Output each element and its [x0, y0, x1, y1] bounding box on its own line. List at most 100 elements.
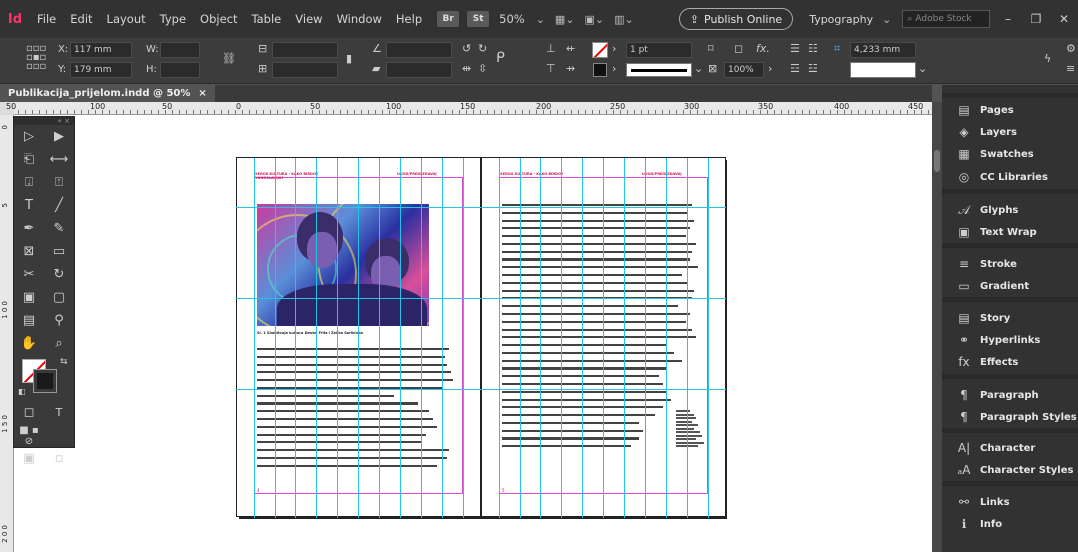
menu-object[interactable]: Object: [193, 12, 244, 26]
screen-mode-normal-icon[interactable]: ▣: [14, 451, 44, 466]
select-content-icon[interactable]: ⊤: [546, 62, 556, 75]
h-field[interactable]: [160, 62, 200, 78]
menu-file[interactable]: File: [30, 12, 63, 26]
zoom-level[interactable]: 50%: [493, 12, 531, 26]
rotation-field[interactable]: [386, 42, 452, 58]
column-guide[interactable]: [708, 158, 709, 518]
panel-character-styles[interactable]: ₐA Character Styles: [942, 459, 1078, 481]
minimize-icon[interactable]: –: [994, 12, 1022, 26]
row-guide[interactable]: [236, 298, 726, 299]
formatting-text-icon[interactable]: T: [44, 406, 74, 419]
frame-fitting-icon[interactable]: ⌑: [708, 42, 714, 55]
rectangle-frame-tool-icon[interactable]: ⊠: [14, 244, 44, 259]
menu-view[interactable]: View: [288, 12, 329, 26]
quick-apply-icon[interactable]: ϟ: [1044, 52, 1051, 65]
chevron-right-icon[interactable]: ›: [612, 42, 616, 55]
panel-layers[interactable]: ◈ Layers: [942, 121, 1078, 143]
gap-tool-icon[interactable]: ⟷: [44, 152, 74, 167]
panel-group-separator[interactable]: [942, 93, 1078, 98]
stroke-color-swatch[interactable]: [592, 42, 608, 58]
pen-tool-icon[interactable]: ✒: [14, 221, 44, 236]
scissors-tool-icon[interactable]: ✂: [14, 267, 44, 282]
bridge-button[interactable]: Br: [437, 11, 460, 27]
panel-gradient[interactable]: ▭ Gradient: [942, 275, 1078, 297]
column-guide[interactable]: [295, 158, 296, 518]
column-guide[interactable]: [499, 158, 500, 518]
timeline-bars[interactable]: [676, 410, 706, 449]
right-body-text[interactable]: [502, 204, 698, 474]
column-guide[interactable]: [687, 158, 688, 518]
gradient-swatch-tool-icon[interactable]: ▣: [14, 290, 44, 305]
fx-icon[interactable]: fx.: [756, 42, 770, 55]
menu-table[interactable]: Table: [245, 12, 289, 26]
rectangle-tool-icon[interactable]: ▭: [44, 244, 74, 259]
horizontal-ruler[interactable]: 50 100 50 0 50 100 150 200 250 300 350 400 450: [6, 102, 932, 115]
publish-online-button[interactable]: ⇪ Publish Online: [678, 8, 794, 30]
column-guide[interactable]: [316, 158, 317, 518]
column-guide[interactable]: [400, 158, 401, 518]
column-guide[interactable]: [254, 158, 255, 518]
screen-mode-preview-icon[interactable]: ▫: [44, 451, 74, 466]
column-guide[interactable]: [463, 158, 464, 518]
left-body-text[interactable]: [257, 348, 453, 478]
chevron-down-icon[interactable]: ⌄: [877, 13, 896, 26]
flip-horizontal-icon[interactable]: ⇹: [462, 62, 471, 75]
color-swatch-dropdown[interactable]: [850, 62, 916, 78]
stroke-weight-field[interactable]: 1 pt: [626, 42, 692, 58]
panel-cc-libraries[interactable]: ◎ CC Libraries: [942, 166, 1078, 188]
type-tool-icon[interactable]: T: [14, 198, 44, 213]
view-options-icon[interactable]: ▦⌄: [550, 13, 580, 26]
distribute-icon[interactable]: ☲: [790, 62, 800, 75]
auto-fit-icon[interactable]: ⌗: [834, 42, 840, 56]
column-guide[interactable]: [358, 158, 359, 518]
stroke-type-dropdown[interactable]: [626, 63, 692, 77]
tools-panel-collapse[interactable]: « ×: [14, 117, 74, 125]
panel-pages[interactable]: ▤ Pages: [942, 99, 1078, 121]
chevron-right-icon[interactable]: ›: [768, 62, 772, 75]
flip-vertical-icon[interactable]: ⇳: [478, 62, 487, 75]
panel-paragraph-styles[interactable]: ¶ Paragraph Styles: [942, 406, 1078, 428]
panel-character[interactable]: A| Character: [942, 437, 1078, 459]
direct-selection-tool-icon[interactable]: ▶: [44, 129, 74, 144]
vertical-ruler[interactable]: 0 5 1 0 0 1 5 0 2 0 0: [0, 115, 14, 552]
column-guide[interactable]: [582, 158, 583, 518]
scrollbar-thumb[interactable]: [934, 150, 940, 172]
panel-group-separator[interactable]: [942, 374, 1078, 379]
formatting-container-icon[interactable]: ◻: [14, 405, 44, 420]
selection-tool-icon[interactable]: ▷: [14, 129, 44, 144]
menu-window[interactable]: Window: [330, 12, 389, 26]
chevron-down-icon[interactable]: ⌄: [918, 62, 927, 75]
panel-links[interactable]: ⚯ Links: [942, 491, 1078, 513]
vertical-scrollbar[interactable]: [932, 102, 942, 552]
select-next-icon[interactable]: ⇸: [566, 62, 575, 75]
reference-point-icon[interactable]: ▫▫▫ ▫▪▫ ▫▫▫: [26, 44, 46, 72]
column-guide[interactable]: [275, 158, 276, 518]
fill-stroke-control[interactable]: ⇆ ◧: [14, 355, 74, 401]
panel-info[interactable]: ℹ Info: [942, 513, 1078, 535]
panel-paragraph[interactable]: ¶ Paragraph: [942, 384, 1078, 406]
hand-tool-icon[interactable]: ✋: [14, 336, 44, 351]
line-tool-icon[interactable]: ╱: [44, 198, 74, 213]
panel-stroke[interactable]: ≡ Stroke: [942, 253, 1078, 275]
chevron-right-icon[interactable]: ›: [612, 62, 616, 75]
menu-type[interactable]: Type: [153, 12, 193, 26]
rotate-cw-icon[interactable]: ↻: [478, 42, 487, 55]
left-page[interactable]: XEROX KULTURA - KAKO BIRDOY YUGOSLAVIJA?…: [236, 157, 481, 518]
settings-icon[interactable]: ⚙: [1066, 42, 1076, 55]
menu-help[interactable]: Help: [389, 12, 429, 26]
workspace-switcher[interactable]: Typography: [805, 13, 877, 26]
scale-x-field[interactable]: [272, 42, 338, 58]
column-guide[interactable]: [540, 158, 541, 518]
restore-icon[interactable]: ❐: [1022, 12, 1050, 26]
column-guide[interactable]: [337, 158, 338, 518]
column-guide[interactable]: [603, 158, 604, 518]
apply-color-icon[interactable]: ■ ▪ ⊘: [14, 425, 44, 447]
opacity-field[interactable]: 100%: [724, 62, 764, 78]
default-fill-stroke-icon[interactable]: ◧: [18, 387, 26, 396]
lock-scale-icon[interactable]: ▮: [346, 52, 352, 65]
panel-hyperlinks[interactable]: ⚭ Hyperlinks: [942, 329, 1078, 351]
align-left-icon[interactable]: ☰: [790, 42, 800, 55]
panel-group-separator[interactable]: [942, 481, 1078, 486]
constrain-proportions-icon[interactable]: ⛓: [222, 52, 236, 65]
column-guide[interactable]: [442, 158, 443, 518]
